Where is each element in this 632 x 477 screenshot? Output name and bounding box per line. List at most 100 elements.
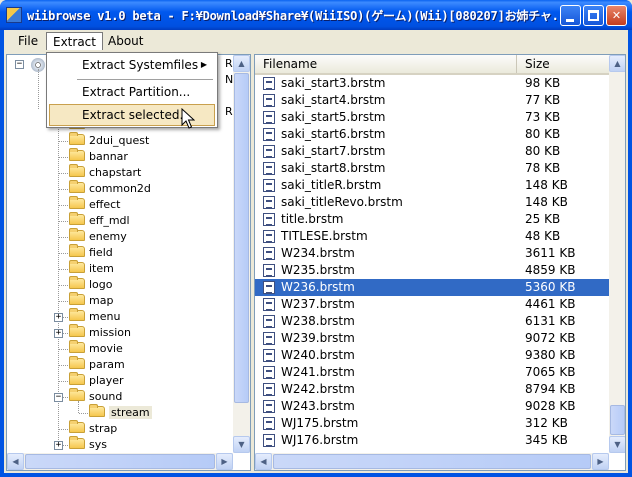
file-row[interactable]: saki_start3.brstm 98 KB <box>255 75 610 92</box>
list-vertical-scrollbar[interactable]: ▲ ▼ <box>609 55 625 453</box>
tree-node-effect[interactable]: effect <box>69 196 120 213</box>
tree-node-partition[interactable]: N <box>225 72 233 88</box>
tree-guide-line <box>78 401 79 413</box>
tree-node-enemy[interactable]: enemy <box>69 228 127 245</box>
file-row[interactable]: W242.brstm 8794 KB <box>255 381 610 398</box>
minimize-button[interactable] <box>560 5 581 26</box>
scroll-thumb[interactable] <box>273 454 591 469</box>
tree-node-label: enemy <box>89 230 127 243</box>
tree-expander-icon[interactable]: − <box>15 60 24 69</box>
file-size: 312 KB <box>525 416 568 430</box>
tree-node-label: param <box>89 358 125 371</box>
file-row[interactable]: saki_start7.brstm 80 KB <box>255 143 610 160</box>
tree-node-strap[interactable]: strap <box>69 420 117 437</box>
tree-node-field[interactable]: field <box>69 244 113 261</box>
scroll-left-icon[interactable]: ◀ <box>255 453 272 470</box>
scroll-up-icon[interactable]: ▲ <box>609 55 625 72</box>
audio-file-icon <box>263 145 275 158</box>
maximize-button[interactable] <box>583 5 604 26</box>
scroll-thumb[interactable] <box>234 73 249 403</box>
tree-node-player[interactable]: player <box>69 372 124 389</box>
file-size: 98 KB <box>525 76 561 90</box>
tree-node-movie[interactable]: movie <box>69 340 123 357</box>
tree-node-sound[interactable]: sound <box>69 388 122 405</box>
menu-file[interactable]: File <box>12 32 44 50</box>
tree-vertical-scrollbar[interactable]: ▲ ▼ <box>233 55 250 453</box>
tree-node-mission[interactable]: mission <box>69 324 131 341</box>
tree-expander-icon[interactable]: + <box>54 313 63 322</box>
scroll-right-icon[interactable]: ▶ <box>592 453 609 470</box>
scroll-down-icon[interactable]: ▼ <box>233 436 250 453</box>
file-row[interactable]: saki_start6.brstm 80 KB <box>255 126 610 143</box>
file-row[interactable]: saki_start8.brstm 78 KB <box>255 160 610 177</box>
scroll-down-icon[interactable]: ▼ <box>609 436 625 453</box>
scroll-up-icon[interactable]: ▲ <box>233 55 250 72</box>
tree-node-eff_mdl[interactable]: eff_mdl <box>69 212 130 229</box>
tree-node-label: bannar <box>89 150 128 163</box>
tree-node-bannar[interactable]: bannar <box>69 148 128 165</box>
tree-expander-icon[interactable]: − <box>54 393 63 402</box>
file-name: W238.brstm <box>281 314 355 328</box>
folder-icon <box>69 132 85 145</box>
tree-expander-icon[interactable]: + <box>54 441 63 450</box>
file-row[interactable]: WJ176.brstm 345 KB <box>255 432 610 449</box>
file-row[interactable]: TITLESE.brstm 48 KB <box>255 228 610 245</box>
tree-guide-line <box>59 269 68 270</box>
file-row[interactable]: WJ175.brstm 312 KB <box>255 415 610 432</box>
file-row[interactable]: W237.brstm 4461 KB <box>255 296 610 313</box>
scroll-thumb[interactable] <box>25 454 215 469</box>
file-row[interactable]: W241.brstm 7065 KB <box>255 364 610 381</box>
menuitem-extract-partition[interactable]: Extract Partition... <box>49 81 215 103</box>
tree-node-partition[interactable]: R <box>225 104 233 120</box>
file-row[interactable]: W238.brstm 6131 KB <box>255 313 610 330</box>
tree-node-2dui_quest[interactable]: 2dui_quest <box>69 132 149 149</box>
file-row[interactable]: W239.brstm 9072 KB <box>255 330 610 347</box>
tree-expander-icon[interactable]: + <box>54 329 63 338</box>
tree-guide-line <box>59 189 68 190</box>
app-icon[interactable] <box>6 7 22 23</box>
scroll-thumb[interactable] <box>610 405 625 435</box>
file-name: W239.brstm <box>281 331 355 345</box>
file-row[interactable]: W236.brstm 5360 KB <box>255 279 610 296</box>
column-header-filename[interactable]: Filename <box>255 55 517 73</box>
title-bar[interactable]: wiibrowse v1.0 beta - F:¥Download¥Share¥… <box>0 0 632 30</box>
tree-node-label: item <box>89 262 114 275</box>
menu-about[interactable]: About <box>102 32 149 50</box>
folder-icon <box>69 292 85 305</box>
file-row[interactable]: W235.brstm 4859 KB <box>255 262 610 279</box>
file-row[interactable]: W243.brstm 9028 KB <box>255 398 610 415</box>
column-header-size[interactable]: Size <box>517 55 610 73</box>
tree-node-chapstart[interactable]: chapstart <box>69 164 141 181</box>
mouse-pointer-icon <box>181 108 195 129</box>
tree-horizontal-scrollbar[interactable]: ◀ ▶ <box>7 453 233 470</box>
tree-node-logo[interactable]: logo <box>69 276 113 293</box>
scroll-right-icon[interactable]: ▶ <box>216 453 233 470</box>
file-row[interactable]: saki_titleR.brstm 148 KB <box>255 177 610 194</box>
tree-node-common2d[interactable]: common2d <box>69 180 151 197</box>
tree-node-sys[interactable]: sys <box>69 436 107 453</box>
tree-node-label: mission <box>89 326 131 339</box>
file-row[interactable]: W240.brstm 9380 KB <box>255 347 610 364</box>
close-button[interactable]: ✕ <box>606 5 627 26</box>
scroll-left-icon[interactable]: ◀ <box>7 453 24 470</box>
file-row[interactable]: W234.brstm 3611 KB <box>255 245 610 262</box>
tree-guide-line <box>59 381 68 382</box>
menu-extract[interactable]: Extract <box>46 32 103 50</box>
tree-node-menu[interactable]: menu <box>69 308 120 325</box>
file-list[interactable]: Filename Size saki_start3.brstm 98 KB saki… <box>254 54 626 471</box>
file-row[interactable]: saki_titleRevo.brstm 148 KB <box>255 194 610 211</box>
file-size: 8794 KB <box>525 382 576 396</box>
file-row[interactable]: saki_start5.brstm 73 KB <box>255 109 610 126</box>
file-row[interactable]: title.brstm 25 KB <box>255 211 610 228</box>
file-size: 6131 KB <box>525 314 576 328</box>
file-size: 148 KB <box>525 178 568 192</box>
tree-node-param[interactable]: param <box>69 356 125 373</box>
file-row[interactable]: saki_start4.brstm 77 KB <box>255 92 610 109</box>
menuitem-extract-systemfiles[interactable]: Extract Systemfiles ▶ <box>49 54 215 76</box>
tree-node-item[interactable]: item <box>69 260 114 277</box>
tree-node-map[interactable]: map <box>69 292 113 309</box>
list-horizontal-scrollbar[interactable]: ◀ ▶ <box>255 453 609 470</box>
file-name: W243.brstm <box>281 399 355 413</box>
tree-node-stream[interactable]: stream <box>89 404 152 421</box>
file-size: 9028 KB <box>525 399 576 413</box>
